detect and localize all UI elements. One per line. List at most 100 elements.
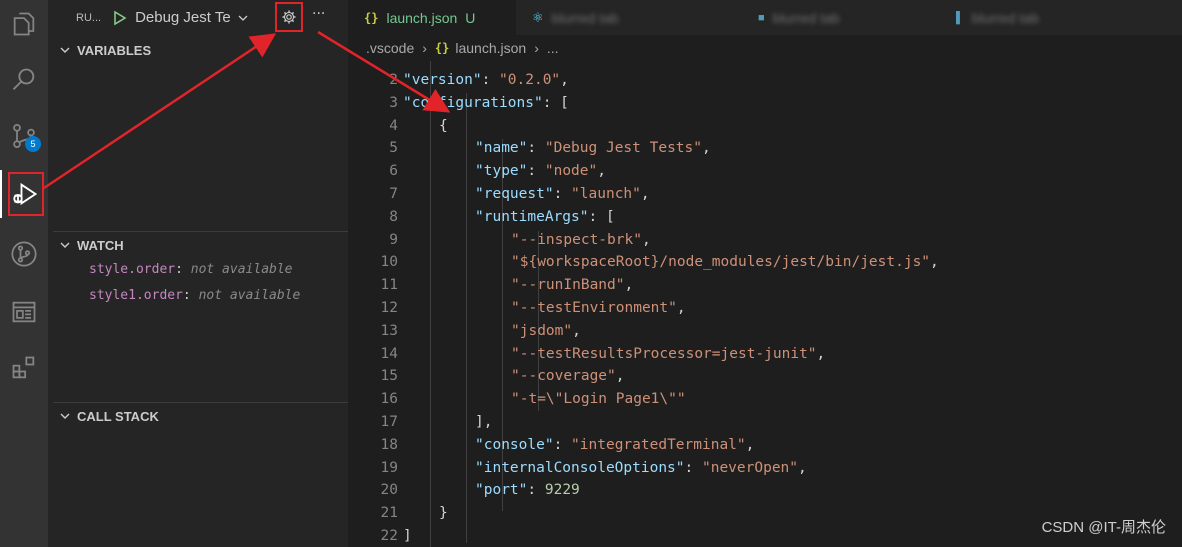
code-token: "launch" xyxy=(571,186,641,202)
tab-launch-json[interactable]: {} launch.json U xyxy=(348,0,516,35)
variables-title: VARIABLES xyxy=(77,42,152,58)
code-line: 6 "type": "node", xyxy=(348,163,1182,186)
code-content: "type": "node", xyxy=(475,163,606,179)
code-line: 8 "runtimeArgs": [ xyxy=(348,209,1182,232)
more-actions-icon[interactable]: ··· xyxy=(312,6,325,22)
line-number: 11 xyxy=(380,277,398,294)
code-token: "--runInBand" xyxy=(511,277,625,294)
code-line: 12 "--testEnvironment", xyxy=(348,300,1182,323)
chevron-right-icon: › xyxy=(534,40,539,56)
watch-section-header[interactable]: WATCH xyxy=(53,234,348,256)
source-control-badge: 5 xyxy=(25,136,41,152)
code-content: "--testResultsProcessor=jest-junit", xyxy=(511,346,825,362)
code-token: { xyxy=(439,117,448,134)
tab-blurred[interactable]: ⚛ blurred tab xyxy=(516,0,742,35)
code-token: , xyxy=(624,277,634,294)
debug-toolbar: RU... Debug Jest Te ··· xyxy=(48,0,348,35)
section-divider xyxy=(53,231,348,232)
code-token: : xyxy=(684,459,702,476)
code-token: : xyxy=(527,163,545,180)
annotation-highlight-box xyxy=(8,172,44,216)
breadcrumb: .vscode › {} launch.json › ... xyxy=(348,35,1182,61)
code-token: "node" xyxy=(544,163,598,180)
code-token: "neverOpen" xyxy=(701,459,799,476)
code-line: 9 "--inspect-brk", xyxy=(348,232,1182,255)
code-line: 20 "port": 9229 xyxy=(348,482,1182,505)
play-icon[interactable] xyxy=(111,10,127,26)
code-token: "${workspaceRoot}/node_modules/jest/bin/… xyxy=(511,254,931,271)
code-line: 10 "${workspaceRoot}/node_modules/jest/bi… xyxy=(348,254,1182,277)
extensions-icon[interactable] xyxy=(0,344,48,392)
code-token: "--coverage" xyxy=(511,368,616,385)
code-content: ] xyxy=(403,528,412,544)
line-number: 6 xyxy=(389,163,398,180)
watch-item[interactable]: style.order: not available xyxy=(89,262,293,277)
line-number: 17 xyxy=(380,414,398,430)
call-stack-section-header[interactable]: CALL STACK xyxy=(53,405,348,427)
code-content: "internalConsoleOptions": "neverOpen", xyxy=(475,460,807,476)
code-token: , xyxy=(702,140,711,157)
tab-blurred[interactable]: ▌ blurred tab xyxy=(942,0,1182,35)
remote-explorer-icon[interactable] xyxy=(0,288,48,336)
debug-config-select[interactable]: Debug Jest Te xyxy=(135,9,249,26)
code-content: "configurations": [ xyxy=(403,95,569,111)
git-graph-icon[interactable] xyxy=(0,230,48,278)
line-number: 5 xyxy=(389,140,398,157)
line-number: 16 xyxy=(380,391,398,408)
line-number: 3 xyxy=(389,94,398,111)
code-token: , xyxy=(615,368,625,385)
tab-label: blurred tab xyxy=(772,9,840,26)
json-file-icon: {} xyxy=(434,41,450,55)
code-token: : xyxy=(553,436,572,453)
code-content: "--testEnvironment", xyxy=(511,300,686,316)
code-token: : [ xyxy=(542,94,569,111)
code-token: "-t=\"Login Page1\"" xyxy=(511,391,686,408)
breadcrumb-more[interactable]: ... xyxy=(547,40,559,56)
code-token: } xyxy=(439,505,448,522)
code-content: "-t=\"Login Page1\"" xyxy=(511,391,686,407)
code-token: , xyxy=(597,163,606,180)
code-token: 9229 xyxy=(544,482,580,499)
code-content: "--inspect-brk", xyxy=(511,232,651,248)
section-divider xyxy=(53,402,348,403)
code-token: ], xyxy=(475,414,493,430)
code-line: 19 "internalConsoleOptions": "neverOpen", xyxy=(348,460,1182,483)
code-token: : xyxy=(481,72,500,88)
code-token: "port" xyxy=(475,482,528,499)
code-token: : xyxy=(553,186,572,202)
variables-section-header[interactable]: VARIABLES xyxy=(53,39,348,61)
line-number: 20 xyxy=(380,482,398,499)
chevron-right-icon: › xyxy=(422,40,427,56)
watermark: CSDN @IT-周杰伦 xyxy=(1041,519,1166,536)
code-token: , xyxy=(745,436,755,453)
line-number: 15 xyxy=(380,368,398,385)
react-file-icon: ⚛ xyxy=(532,9,544,25)
chevron-down-icon xyxy=(238,15,248,21)
watch-expression: style.order xyxy=(89,262,176,277)
code-line: 7 "request": "launch", xyxy=(348,186,1182,209)
code-token: "0.2.0" xyxy=(499,72,561,88)
chevron-down-icon xyxy=(60,47,70,53)
breadcrumb-folder[interactable]: .vscode xyxy=(366,40,414,56)
code-token: "type" xyxy=(475,163,528,180)
source-control-icon[interactable]: 5 xyxy=(0,112,48,160)
editor-tabs: {} launch.json U ⚛ blurred tab ■ blurred… xyxy=(348,0,1182,35)
line-number: 14 xyxy=(380,345,398,362)
code-token: , xyxy=(572,322,581,339)
gear-icon[interactable] xyxy=(275,2,303,32)
watch-expression: style1.order xyxy=(89,288,183,303)
search-icon[interactable] xyxy=(0,56,48,104)
breadcrumb-file[interactable]: launch.json xyxy=(455,40,526,56)
debug-sidebar: RU... Debug Jest Te ··· VARIABLES WATCH … xyxy=(48,0,348,547)
code-editor[interactable]: 2 "version": "0.2.0", 3 "configurations": [… xyxy=(348,61,1182,547)
code-token: , xyxy=(560,72,569,88)
code-token: , xyxy=(640,186,650,202)
watch-item[interactable]: style1.order: not available xyxy=(89,288,300,303)
explorer-icon[interactable] xyxy=(0,0,48,48)
code-content: "port": 9229 xyxy=(475,482,580,498)
code-token: "--inspect-brk" xyxy=(511,231,642,248)
tab-blurred[interactable]: ■ blurred tab xyxy=(742,0,942,35)
line-number: 7 xyxy=(389,186,398,202)
code-token: ] xyxy=(403,528,412,544)
